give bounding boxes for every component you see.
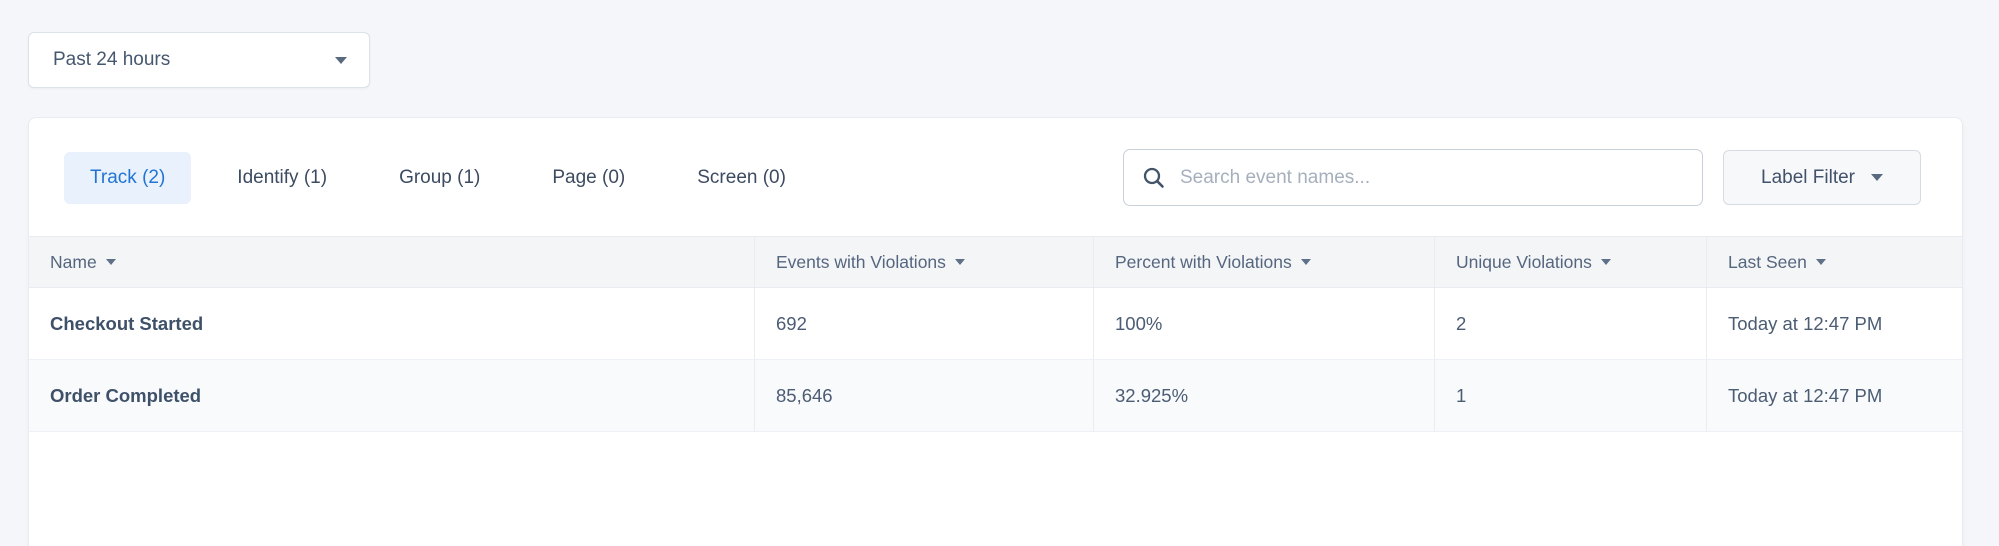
events-with-violations-cell: 692 — [754, 288, 1093, 359]
search-icon — [1142, 166, 1165, 189]
table-row[interactable]: Order Completed 85,646 32.925% 1 Today a… — [29, 360, 1962, 432]
sort-caret-icon — [106, 259, 116, 265]
column-header-last-seen[interactable]: Last Seen — [1706, 237, 1962, 287]
tab-page[interactable]: Page (0) — [526, 152, 651, 204]
column-header-percent-with-violations[interactable]: Percent with Violations — [1093, 237, 1434, 287]
tab-track[interactable]: Track (2) — [64, 152, 191, 204]
column-label: Unique Violations — [1456, 252, 1592, 273]
toolbar: Track (2) Identify (1) Group (1) Page (0… — [64, 149, 1921, 206]
tab-screen[interactable]: Screen (0) — [671, 152, 812, 204]
search-input[interactable] — [1180, 150, 1684, 205]
column-header-name[interactable]: Name — [29, 237, 754, 287]
label-filter-button[interactable]: Label Filter — [1723, 150, 1921, 205]
percent-with-violations-cell: 32.925% — [1093, 360, 1434, 431]
chevron-down-icon — [1871, 174, 1883, 181]
column-label: Events with Violations — [776, 252, 946, 273]
event-name-cell: Checkout Started — [29, 288, 754, 359]
event-type-tabs: Track (2) Identify (1) Group (1) Page (0… — [64, 152, 832, 204]
label-filter-label: Label Filter — [1761, 167, 1855, 189]
violations-panel: Track (2) Identify (1) Group (1) Page (0… — [28, 117, 1963, 546]
time-range-select[interactable]: Past 24 hours — [28, 32, 370, 88]
column-header-unique-violations[interactable]: Unique Violations — [1434, 237, 1706, 287]
percent-with-violations-cell: 100% — [1093, 288, 1434, 359]
column-label: Last Seen — [1728, 252, 1807, 273]
column-label: Percent with Violations — [1115, 252, 1292, 273]
events-with-violations-cell: 85,646 — [754, 360, 1093, 431]
tab-group[interactable]: Group (1) — [373, 152, 506, 204]
sort-caret-icon — [955, 259, 965, 265]
chevron-down-icon — [335, 57, 347, 64]
column-label: Name — [50, 252, 97, 273]
sort-caret-icon — [1816, 259, 1826, 265]
search-box — [1123, 149, 1703, 206]
unique-violations-cell: 1 — [1434, 360, 1706, 431]
time-range-value: Past 24 hours — [53, 49, 170, 71]
last-seen-cell: Today at 12:47 PM — [1706, 360, 1962, 431]
sort-caret-icon — [1601, 259, 1611, 265]
table-row[interactable]: Checkout Started 692 100% 2 Today at 12:… — [29, 288, 1962, 360]
table-header: Name Events with Violations Percent with… — [29, 236, 1962, 288]
event-name-cell: Order Completed — [29, 360, 754, 431]
column-header-events-with-violations[interactable]: Events with Violations — [754, 237, 1093, 287]
unique-violations-cell: 2 — [1434, 288, 1706, 359]
last-seen-cell: Today at 12:47 PM — [1706, 288, 1962, 359]
sort-caret-icon — [1301, 259, 1311, 265]
tab-identify[interactable]: Identify (1) — [211, 152, 353, 204]
